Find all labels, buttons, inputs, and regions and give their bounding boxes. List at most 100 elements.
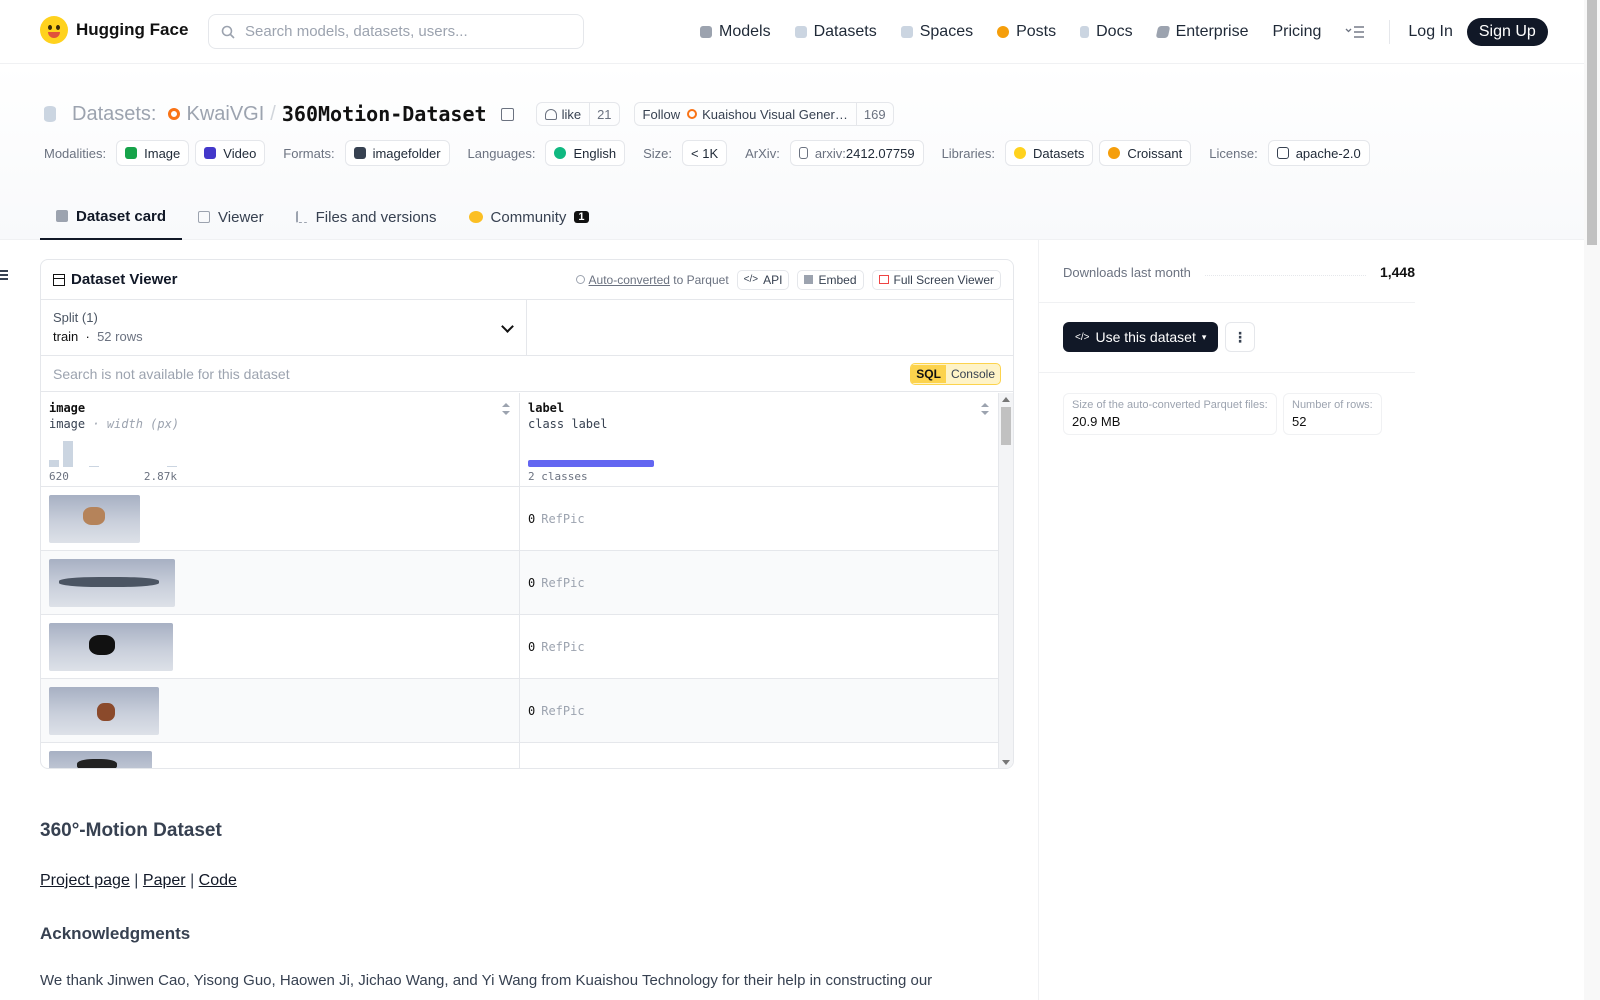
search-box[interactable] [208, 14, 584, 49]
login-link[interactable]: Log In [1408, 23, 1452, 41]
tag-image[interactable]: Image [116, 140, 190, 166]
table-row[interactable]: 0 RefPic [41, 551, 999, 615]
right-sidebar: Downloads last month 1,448 </> Use this … [1038, 240, 1584, 1000]
home-link[interactable]: Hugging Face [40, 16, 188, 44]
code-link[interactable]: Code [199, 872, 237, 889]
tab-dataset-card[interactable]: Dataset card [40, 194, 183, 240]
section-link[interactable]: Datasets: [72, 103, 156, 126]
row-count-stat: Number of rows: 52 [1283, 393, 1382, 435]
sort-icon[interactable] [501, 403, 511, 415]
auto-converted-link[interactable]: Auto-converted [589, 273, 670, 287]
dataset-name[interactable]: 360Motion-Dataset [282, 102, 487, 126]
column-type: image [49, 417, 86, 431]
label-name: RefPic [541, 703, 585, 718]
class-count: 2 classes [528, 470, 588, 483]
image-thumbnail[interactable] [49, 751, 152, 768]
tag-text: English [573, 145, 617, 161]
column-header-label[interactable]: label class label 2 classes [520, 393, 999, 486]
label-name: RefPic [541, 511, 585, 526]
table-row[interactable]: 0 RefPic [41, 615, 999, 679]
database-icon [794, 26, 807, 38]
repo-header: Datasets: KwaiVGI / 360Motion-Dataset li… [0, 64, 1584, 240]
column-header-image[interactable]: image image · width (px) 620 2.87k [41, 393, 520, 486]
image-icon [125, 147, 138, 159]
table-scrollbar[interactable] [999, 393, 1013, 768]
tag-size[interactable]: < 1K [682, 140, 728, 166]
code-icon: </> [1075, 331, 1090, 343]
acknowledgments-text: We thank Jinwen Cao, Yisong Guo, Haowen … [40, 972, 933, 989]
tag-label: Size: [643, 145, 673, 161]
tag-datasets-lib[interactable]: Datasets [1005, 140, 1094, 166]
signup-button[interactable]: Sign Up [1466, 18, 1548, 46]
table-row[interactable]: 0 RefPic [41, 679, 999, 743]
table-icon [53, 273, 65, 286]
column-subtype: width (px) [106, 417, 180, 431]
database-icon [44, 106, 56, 122]
console-label: Console [950, 366, 995, 381]
sidebar-toggle-icon[interactable] [0, 270, 8, 280]
more-options-button[interactable]: ⋮ [1225, 322, 1255, 352]
tag-text: apache-2.0 [1295, 145, 1361, 161]
tag-arxiv[interactable]: arxiv: 2412.07759 [789, 140, 924, 166]
tab-files[interactable]: Files and versions [280, 194, 453, 240]
follow-label: Follow [642, 106, 681, 122]
tag-label: Modalities: [44, 145, 107, 161]
nav-enterprise[interactable]: Enterprise [1155, 23, 1248, 41]
label-name: RefPic [541, 575, 585, 590]
nav-label: Pricing [1272, 23, 1322, 40]
brand-name: Hugging Face [76, 20, 189, 39]
embed-button[interactable]: Embed [797, 269, 864, 290]
org-link[interactable]: KwaiVGI [186, 103, 264, 126]
heart-icon [544, 108, 557, 120]
api-button[interactable]: </> API [736, 269, 790, 290]
tag-croissant[interactable]: Croissant [1099, 140, 1192, 166]
class-distribution-bar [528, 460, 654, 467]
fullscreen-button[interactable]: Full Screen Viewer [871, 269, 1001, 290]
table-row[interactable]: 0 RefPic [41, 487, 999, 551]
sort-icon[interactable] [980, 403, 990, 415]
tag-license[interactable]: apache-2.0 [1267, 140, 1370, 166]
nav-spaces[interactable]: Spaces [900, 23, 973, 41]
follow-org: Kuaishou Visual Gener… [702, 106, 848, 122]
nav-datasets[interactable]: Datasets [794, 23, 877, 41]
org-avatar-icon [168, 108, 181, 120]
tag-imagefolder[interactable]: imagefolder [344, 140, 450, 166]
stat-value: 20.9 MB [1072, 414, 1121, 429]
image-thumbnail[interactable] [49, 559, 175, 607]
column-name: label [528, 401, 565, 415]
split-selector[interactable]: Split (1) train · 52 rows [41, 300, 527, 355]
sql-console-button[interactable]: SQL Console [910, 362, 1001, 385]
tab-viewer[interactable]: Viewer [182, 194, 280, 240]
fullscreen-label: Full Screen Viewer [893, 272, 995, 287]
nav-posts[interactable]: Posts [997, 23, 1056, 41]
paper-link[interactable]: Paper [143, 872, 186, 889]
tag-english[interactable]: English [545, 140, 626, 166]
chevron-down-icon: ▾ [1201, 331, 1207, 342]
video-icon [204, 147, 217, 159]
code-icon: </> [743, 274, 759, 285]
use-dataset-button[interactable]: </> Use this dataset ▾ [1063, 322, 1219, 352]
tag-label: Languages: [467, 145, 536, 161]
more-menu-button[interactable] [1345, 25, 1365, 39]
arxiv-id: 2412.07759 [845, 145, 915, 161]
like-button[interactable]: like 21 [535, 102, 620, 126]
image-thumbnail[interactable] [49, 623, 173, 671]
page-scrollbar[interactable] [1584, 0, 1600, 1000]
project-page-link[interactable]: Project page [40, 872, 130, 889]
nav-models[interactable]: Models [700, 23, 771, 41]
nav-label: Models [719, 23, 771, 40]
follow-button[interactable]: Follow Kuaishou Visual Gener… 169 [633, 102, 894, 126]
downloads-label: Downloads last month [1063, 264, 1191, 280]
tag-video[interactable]: Video [195, 140, 266, 166]
image-thumbnail[interactable] [49, 495, 140, 543]
table-row[interactable] [41, 743, 999, 768]
tab-label: Community [490, 208, 567, 226]
nav-pricing[interactable]: Pricing [1272, 23, 1321, 41]
split-label: Split (1) [53, 310, 98, 325]
tab-community[interactable]: Community 1 [453, 194, 605, 240]
nav-docs[interactable]: Docs [1080, 23, 1133, 41]
search-input[interactable] [245, 23, 565, 40]
image-thumbnail[interactable] [49, 687, 159, 735]
copy-icon[interactable] [500, 107, 514, 121]
table-icon [198, 211, 211, 223]
